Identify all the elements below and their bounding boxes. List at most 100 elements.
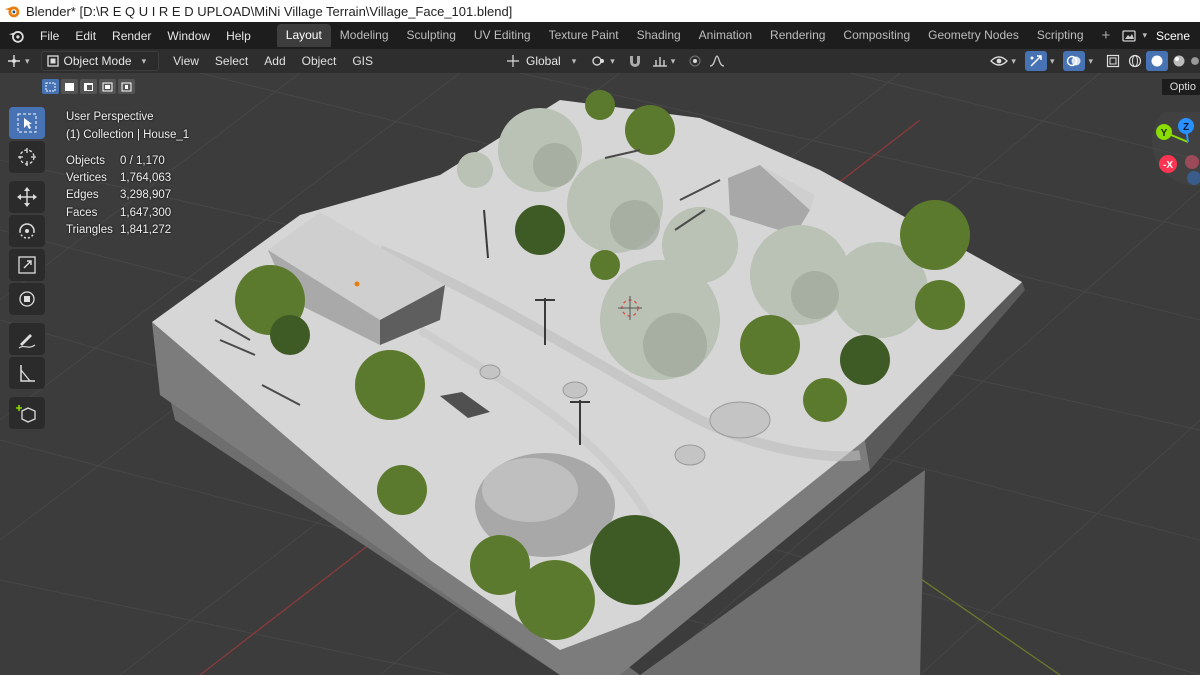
viewport-header: ▾ Object Mode ▾ View Select Add Object G… [0, 49, 1200, 73]
stat-row: Vertices 1,764,063 [66, 170, 171, 187]
stat-row: Triangles 1,841,272 [66, 222, 171, 239]
overlays-toggle[interactable] [1063, 51, 1086, 71]
orientation-icon [507, 55, 519, 67]
tab-uv-editing[interactable]: UV Editing [465, 24, 540, 47]
orientation-label: Global [526, 54, 561, 68]
tab-animation[interactable]: Animation [690, 24, 761, 47]
tab-scripting[interactable]: Scripting [1028, 24, 1093, 47]
scale-icon [18, 256, 36, 274]
tab-layout[interactable]: Layout [276, 24, 331, 47]
menu-help[interactable]: Help [218, 29, 259, 43]
editor-type-button[interactable]: ▾ [0, 51, 39, 71]
tool-scale[interactable] [9, 249, 45, 281]
select-new-icon [45, 82, 56, 91]
shading-solid[interactable] [1146, 51, 1168, 71]
select-extend-button[interactable] [61, 79, 78, 94]
tool-cursor[interactable] [9, 141, 45, 173]
menu-window[interactable]: Window [159, 29, 218, 43]
tab-rendering[interactable]: Rendering [761, 24, 834, 47]
xray-icon [1106, 54, 1120, 68]
menu-edit[interactable]: Edit [67, 29, 104, 43]
blender-logo-icon [4, 6, 20, 18]
chevron-down-icon: ▾ [1142, 30, 1147, 41]
orientation-selector[interactable]: Global ▾ [500, 51, 585, 71]
tool-add-cube[interactable] [9, 397, 45, 429]
select-subtract-button[interactable] [80, 79, 97, 94]
falloff-curve-icon [710, 55, 725, 67]
falloff-button[interactable] [706, 51, 728, 71]
mode-selector[interactable]: Object Mode ▾ [40, 51, 160, 71]
stat-row: Objects 0 / 1,170 [66, 153, 171, 170]
chevron-down-icon: ▾ [610, 55, 615, 66]
stat-label: Edges [66, 189, 99, 202]
menu-view[interactable]: View [165, 54, 207, 68]
gizmo-neg-y-handle[interactable] [1185, 155, 1199, 169]
blender-menu-icon[interactable] [4, 23, 30, 49]
tab-compositing[interactable]: Compositing [834, 24, 919, 47]
pivot-button[interactable]: ▾ [585, 51, 624, 71]
active-collection: (1) Collection | House_1 [66, 129, 190, 141]
navigation-gizmo[interactable]: Y Z -X [1148, 112, 1200, 192]
stat-value: 1,647,300 [120, 206, 172, 219]
3d-viewport[interactable] [0, 73, 1200, 675]
options-button[interactable]: Optio [1161, 79, 1200, 95]
material-sphere-icon [1173, 55, 1185, 67]
scene-selector[interactable]: ▾ Scene [1119, 24, 1200, 47]
stat-value: 0 / 1,170 [120, 155, 165, 167]
select-intersect-button[interactable] [118, 79, 135, 94]
tool-select-box[interactable] [9, 107, 45, 139]
transform-icon [19, 291, 35, 307]
shading-wireframe[interactable] [1124, 51, 1146, 71]
viewport-info: User Perspective (1) Collection | House_… [66, 108, 189, 144]
select-new-button[interactable] [42, 79, 59, 94]
cursor-icon [18, 148, 36, 166]
viewport-display-tools: ▾ ▾ ▾ [984, 49, 1200, 73]
select-extend-icon [65, 82, 74, 91]
tool-annotate[interactable] [9, 323, 45, 355]
proportional-edit-icon [689, 55, 701, 67]
tool-measure[interactable] [9, 357, 45, 389]
stat-row: Edges 3,298,907 [66, 187, 171, 204]
gizmo-z-label: Z [1183, 122, 1189, 133]
annotate-pen-icon [18, 334, 36, 349]
tab-geometry-nodes[interactable]: Geometry Nodes [919, 24, 1028, 47]
chevron-down-icon: ▾ [670, 55, 676, 66]
snap-target-button[interactable]: ▾ [646, 51, 685, 71]
menu-add[interactable]: Add [256, 54, 293, 68]
add-cube-icon [16, 405, 36, 423]
visibility-button[interactable]: ▾ [984, 51, 1025, 71]
menu-select[interactable]: Select [207, 54, 256, 68]
gizmo-toggle[interactable] [1024, 51, 1047, 71]
solid-sphere-icon [1151, 55, 1163, 67]
window-titlebar: Blender* [D:\R E Q U I R E D UPLOAD\MiNi… [0, 0, 1200, 22]
select-subtract-icon [84, 82, 93, 91]
tool-transform[interactable] [9, 283, 45, 315]
select-difference-button[interactable] [99, 79, 116, 94]
tool-move[interactable] [9, 181, 45, 213]
chevron-down-icon[interactable]: ▾ [1088, 56, 1093, 67]
chevron-down-icon: ▾ [25, 55, 30, 66]
proportional-edit-toggle[interactable] [684, 51, 706, 71]
tab-sculpting[interactable]: Sculpting [398, 24, 465, 47]
select-intersect-icon [121, 82, 132, 91]
tab-texture-paint[interactable]: Texture Paint [540, 24, 628, 47]
stat-label: Vertices [66, 172, 107, 185]
chevron-down-icon[interactable]: ▾ [1050, 56, 1055, 67]
snap-increment-icon [652, 57, 667, 67]
add-workspace-button[interactable]: + [1093, 24, 1120, 47]
rotate-icon [19, 223, 35, 239]
xray-toggle[interactable] [1102, 51, 1124, 71]
stat-value: 1,841,272 [120, 223, 172, 236]
tool-shelf [9, 107, 47, 431]
snap-toggle[interactable] [624, 51, 646, 71]
menu-gis[interactable]: GIS [344, 54, 381, 68]
tab-modeling[interactable]: Modeling [331, 24, 398, 47]
menu-object[interactable]: Object [294, 54, 345, 68]
tool-rotate[interactable] [9, 215, 45, 247]
chevron-down-icon: ▾ [141, 55, 147, 66]
shading-rendered[interactable] [1190, 51, 1200, 71]
shading-material[interactable] [1168, 51, 1190, 71]
menu-render[interactable]: Render [104, 29, 159, 43]
tab-shading[interactable]: Shading [628, 24, 690, 47]
menu-file[interactable]: File [32, 29, 67, 43]
